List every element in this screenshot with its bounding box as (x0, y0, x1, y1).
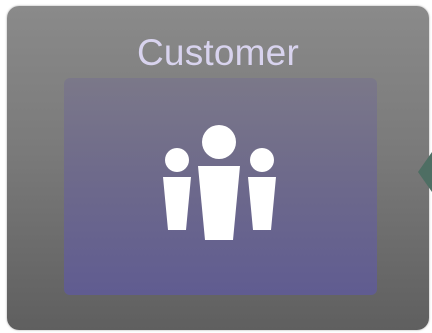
people-group-icon (163, 125, 276, 240)
connector-handle[interactable] (418, 152, 432, 192)
center-person-body (198, 166, 240, 240)
connector-arrow (418, 152, 432, 192)
node-icon-panel (64, 78, 377, 295)
customer-node-card[interactable]: Customer (7, 6, 429, 330)
left-person-head (165, 148, 189, 172)
center-person-head (202, 125, 236, 159)
left-person-body (163, 177, 191, 230)
right-person-body (248, 177, 276, 230)
node-title: Customer (137, 32, 299, 73)
right-person-head (250, 148, 274, 172)
